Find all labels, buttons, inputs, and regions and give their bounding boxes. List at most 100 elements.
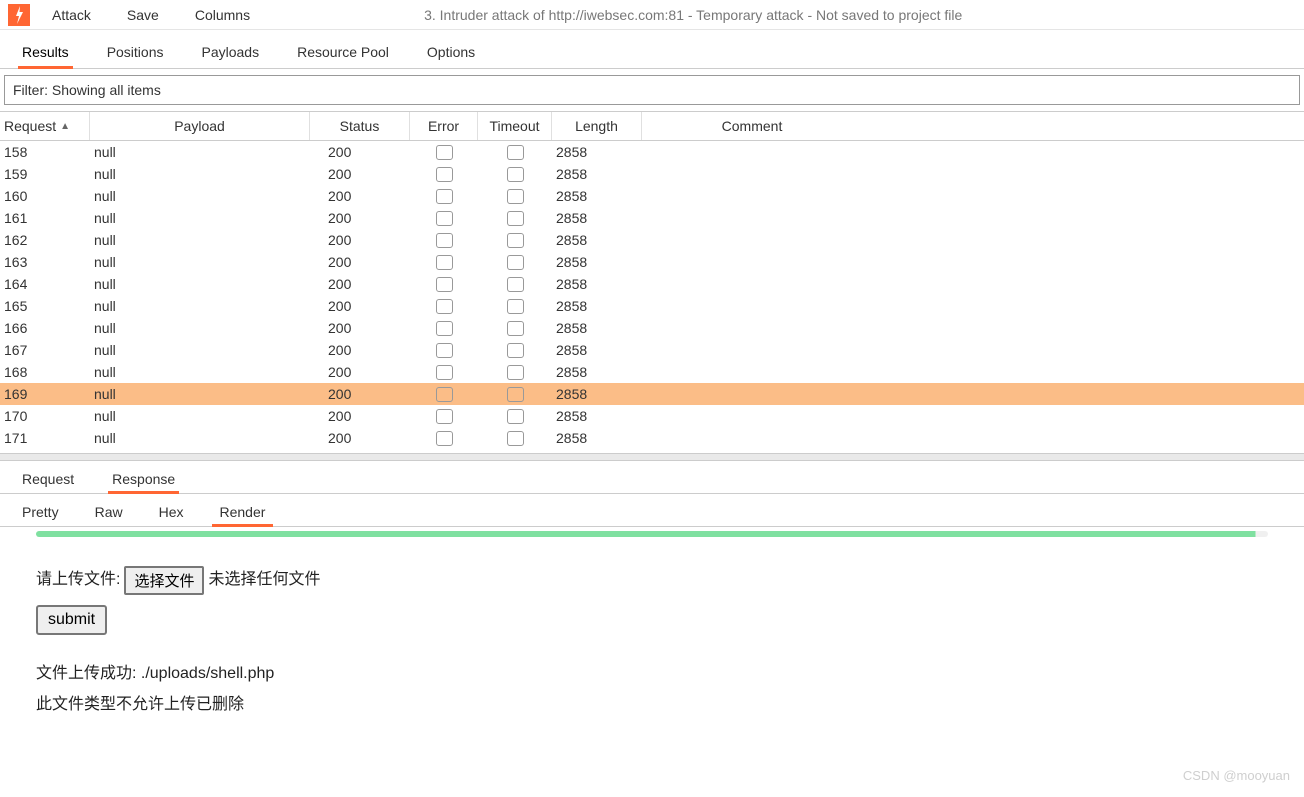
submit-button[interactable]: submit [36, 605, 107, 635]
table-row[interactable]: 161null2002858 [0, 207, 1304, 229]
format-tab-raw[interactable]: Raw [91, 502, 127, 526]
checkbox-icon[interactable] [507, 167, 524, 182]
checkbox-icon[interactable] [436, 299, 453, 314]
checkbox-icon[interactable] [436, 431, 453, 446]
cell-error [410, 343, 478, 358]
upload-deny-text: 此文件类型不允许上传已删除 [36, 690, 1268, 720]
format-tab-hex[interactable]: Hex [155, 502, 188, 526]
cell-length: 2858 [552, 188, 642, 204]
col-timeout[interactable]: Timeout [478, 112, 552, 140]
tab-options[interactable]: Options [423, 40, 479, 68]
checkbox-icon[interactable] [507, 299, 524, 314]
cell-timeout [478, 211, 552, 226]
table-row[interactable]: 162null2002858 [0, 229, 1304, 251]
cell-timeout [478, 189, 552, 204]
cell-timeout [478, 167, 552, 182]
cell-request: 162 [0, 232, 90, 248]
col-comment[interactable]: Comment [642, 112, 862, 140]
cell-payload: null [90, 386, 310, 402]
table-row[interactable]: 163null2002858 [0, 251, 1304, 273]
checkbox-icon[interactable] [436, 211, 453, 226]
table-body: 158null2002858159null2002858160null20028… [0, 141, 1304, 449]
checkbox-icon[interactable] [436, 321, 453, 336]
tab-positions[interactable]: Positions [103, 40, 168, 68]
cell-timeout [478, 233, 552, 248]
checkbox-icon[interactable] [507, 233, 524, 248]
table-row[interactable]: 165null2002858 [0, 295, 1304, 317]
cell-payload: null [90, 342, 310, 358]
cell-timeout [478, 299, 552, 314]
checkbox-icon[interactable] [436, 145, 453, 160]
checkbox-icon[interactable] [507, 321, 524, 336]
cell-payload: null [90, 188, 310, 204]
menu-bar: Attack Save Columns [48, 5, 254, 25]
checkbox-icon[interactable] [436, 365, 453, 380]
table-row[interactable]: 160null2002858 [0, 185, 1304, 207]
col-request[interactable]: Request ▲ [0, 112, 90, 140]
cell-error [410, 189, 478, 204]
cell-request: 160 [0, 188, 90, 204]
split-handle[interactable] [0, 453, 1304, 461]
col-payload[interactable]: Payload [90, 112, 310, 140]
table-row[interactable]: 167null2002858 [0, 339, 1304, 361]
checkbox-icon[interactable] [436, 189, 453, 204]
detail-tab-response[interactable]: Response [108, 469, 179, 493]
checkbox-icon[interactable] [507, 343, 524, 358]
checkbox-icon[interactable] [507, 255, 524, 270]
cell-status: 200 [310, 210, 410, 226]
format-tab-pretty[interactable]: Pretty [18, 502, 63, 526]
tab-payloads[interactable]: Payloads [198, 40, 264, 68]
checkbox-icon[interactable] [436, 409, 453, 424]
cell-length: 2858 [552, 144, 642, 160]
table-row[interactable]: 158null2002858 [0, 141, 1304, 163]
checkbox-icon[interactable] [436, 167, 453, 182]
cell-request: 165 [0, 298, 90, 314]
col-length[interactable]: Length [552, 112, 642, 140]
tab-results[interactable]: Results [18, 40, 73, 68]
menu-columns[interactable]: Columns [191, 5, 254, 25]
render-panel: 请上传文件: 选择文件 未选择任何文件 submit 文件上传成功: ./upl… [0, 537, 1304, 748]
checkbox-icon[interactable] [507, 189, 524, 204]
checkbox-icon[interactable] [507, 277, 524, 292]
col-error[interactable]: Error [410, 112, 478, 140]
checkbox-icon[interactable] [436, 233, 453, 248]
cell-timeout [478, 387, 552, 402]
cell-error [410, 365, 478, 380]
cell-timeout [478, 255, 552, 270]
menu-attack[interactable]: Attack [48, 5, 95, 25]
checkbox-icon[interactable] [436, 255, 453, 270]
filter-bar[interactable]: Filter: Showing all items [4, 75, 1300, 105]
checkbox-icon[interactable] [436, 277, 453, 292]
format-tab-render[interactable]: Render [216, 502, 270, 526]
cell-length: 2858 [552, 408, 642, 424]
table-row[interactable]: 169null2002858 [0, 383, 1304, 405]
cell-timeout [478, 321, 552, 336]
menu-save[interactable]: Save [123, 5, 163, 25]
cell-error [410, 409, 478, 424]
tab-resource-pool[interactable]: Resource Pool [293, 40, 393, 68]
checkbox-icon[interactable] [507, 365, 524, 380]
checkbox-icon[interactable] [507, 431, 524, 446]
checkbox-icon[interactable] [436, 343, 453, 358]
detail-tabs: Request Response [0, 461, 1304, 494]
col-status[interactable]: Status [310, 112, 410, 140]
table-row[interactable]: 171null2002858 [0, 427, 1304, 449]
checkbox-icon[interactable] [507, 409, 524, 424]
table-row[interactable]: 168null2002858 [0, 361, 1304, 383]
checkbox-icon[interactable] [507, 145, 524, 160]
cell-length: 2858 [552, 320, 642, 336]
choose-file-button[interactable]: 选择文件 [124, 566, 204, 595]
cell-request: 158 [0, 144, 90, 160]
cell-length: 2858 [552, 430, 642, 446]
cell-payload: null [90, 364, 310, 380]
table-row[interactable]: 159null2002858 [0, 163, 1304, 185]
checkbox-icon[interactable] [436, 387, 453, 402]
table-row[interactable]: 164null2002858 [0, 273, 1304, 295]
table-row[interactable]: 170null2002858 [0, 405, 1304, 427]
cell-payload: null [90, 408, 310, 424]
checkbox-icon[interactable] [507, 387, 524, 402]
detail-tab-request[interactable]: Request [18, 469, 78, 493]
table-row[interactable]: 166null2002858 [0, 317, 1304, 339]
cell-request: 167 [0, 342, 90, 358]
checkbox-icon[interactable] [507, 211, 524, 226]
